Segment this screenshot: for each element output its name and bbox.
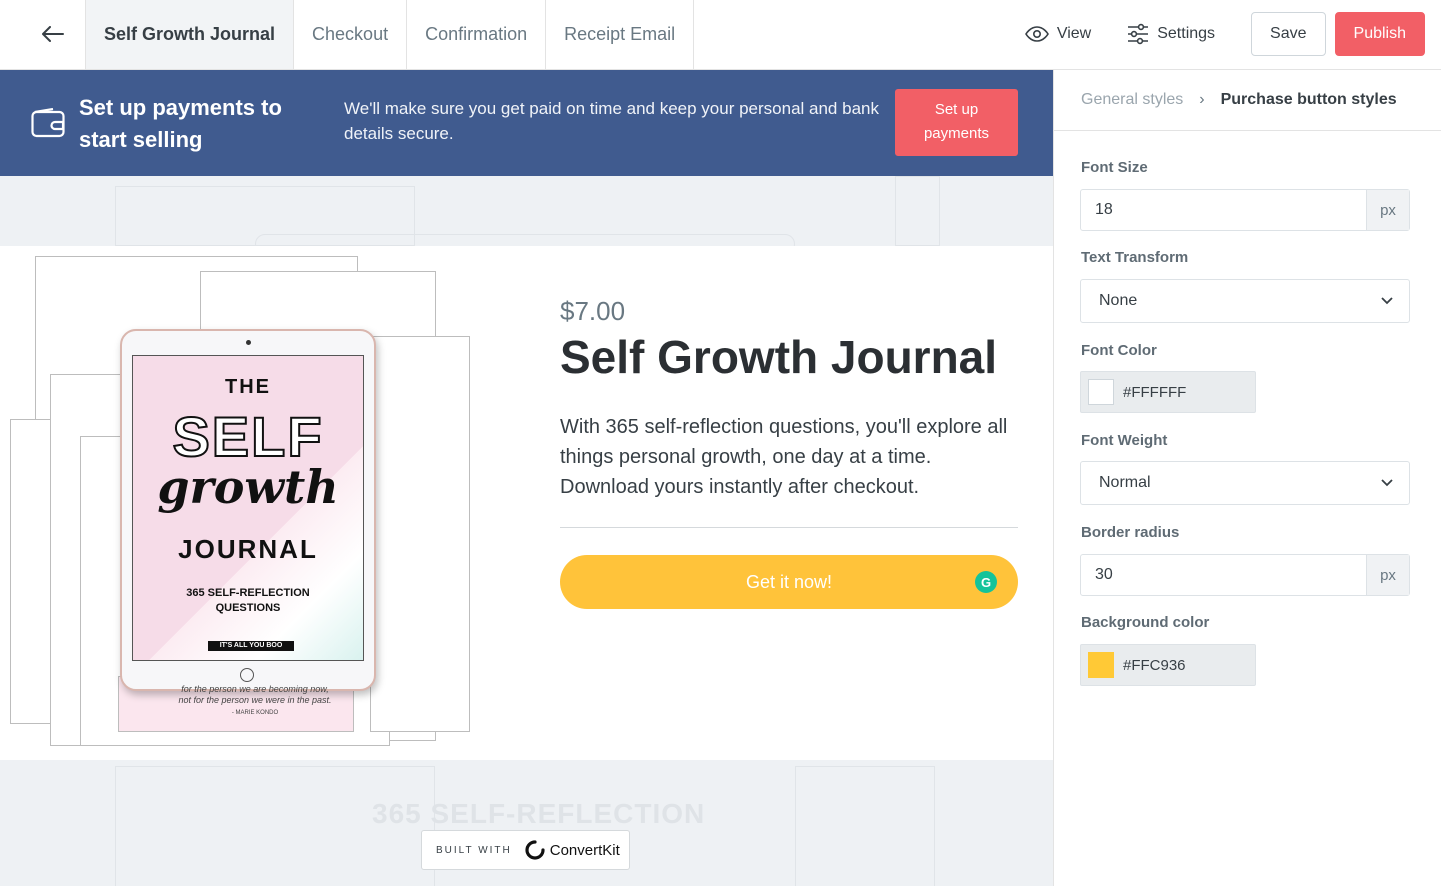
tab-receipt-email[interactable]: Receipt Email [546,0,695,69]
cover-tag: IT'S ALL YOU BOO [208,641,294,651]
background-color-swatch [1088,652,1114,678]
page-canvas: THE SELF growth JOURNAL 365 SELF-REFLECT… [0,176,1053,886]
chevron-down-icon [1381,297,1393,305]
sliders-icon [1128,23,1149,45]
font-size-unit: px [1366,190,1409,230]
font-color-value: #FFFFFF [1123,383,1187,401]
font-color-swatch [1088,379,1114,405]
tab-confirmation[interactable]: Confirmation [407,0,547,69]
purchase-button[interactable]: Get it now! G [560,555,1018,609]
background-color-picker[interactable]: #FFC936 [1080,644,1256,686]
payments-banner: Set up payments to start selling We'll m… [0,70,1053,176]
product-description: With 365 self-reflection questions, you'… [560,416,1008,498]
background-color-label: Background color [1081,614,1210,631]
purchase-button-label: Get it now! [745,571,833,592]
breadcrumb-current: Purchase button styles [1220,91,1397,108]
cover-growth-text: growth [157,460,339,514]
font-weight-value: Normal [1099,474,1151,491]
convertkit-brand: ConvertKit [549,841,620,859]
cover-subtitle: 365 SELF-REFLECTION QUESTIONS [133,586,363,616]
cover-quote: for the person we are becoming now, not … [120,684,390,719]
settings-button[interactable]: Settings [1127,23,1215,45]
setup-payments-line2: payments [923,125,990,142]
tab-self-growth-journal[interactable]: Self Growth Journal [85,0,295,69]
back-arrow-icon [42,26,64,42]
built-with-label: BUILT WITH [436,844,512,856]
cover-quote-line1: for the person we are becoming now, [181,684,329,694]
journal-cover: THE SELF growth JOURNAL 365 SELF-REFLECT… [132,355,364,661]
text-transform-value: None [1099,292,1138,309]
product-section: THE SELF growth JOURNAL 365 SELF-REFLECT… [0,246,1053,760]
product-title: Self Growth Journal [560,331,998,383]
breadcrumb-separator-icon: › [1199,91,1205,108]
style-panel: General styles › Purchase button styles … [1053,70,1441,886]
font-size-input[interactable] [1081,190,1366,230]
mock-page [370,336,470,732]
publish-button[interactable]: Publish [1334,12,1425,56]
wallet-icon [31,108,65,138]
font-weight-label: Font Weight [1081,432,1168,449]
tab-checkout[interactable]: Checkout [294,0,408,69]
setup-payments-button[interactable]: Set up payments [895,89,1018,156]
tablet-mockup: THE SELF growth JOURNAL 365 SELF-REFLECT… [120,329,376,691]
cover-subtitle-line1: 365 SELF-REFLECTION [186,587,310,599]
view-label: View [1056,25,1092,42]
text-transform-select[interactable]: None [1080,279,1410,323]
background-color-value: #FFC936 [1123,656,1186,674]
save-button[interactable]: Save [1251,12,1326,56]
font-size-field: px [1080,189,1410,231]
product-image: THE SELF growth JOURNAL 365 SELF-REFLECT… [10,256,475,751]
border-radius-field: px [1080,554,1410,596]
background-decoration [795,766,935,886]
cover-quote-line2: not for the person we were in the past. [178,695,332,705]
font-weight-select[interactable]: Normal [1080,461,1410,505]
page-tabs: Self Growth Journal Checkout Confirmatio… [85,0,695,69]
cover-subtitle-line2: QUESTIONS [215,602,281,614]
border-radius-label: Border radius [1081,524,1180,541]
eye-icon [1024,26,1049,42]
cover-the-text: THE [225,376,271,398]
setup-payments-line1: Set up [934,101,979,118]
product-price: $7.00 [560,296,626,326]
top-bar: Self Growth Journal Checkout Confirmatio… [0,0,1441,70]
background-heading: 365 SELF-REFLECTION [372,798,706,829]
view-button[interactable]: View [1024,25,1092,43]
banner-text: We'll make sure you get paid on time and… [344,99,879,143]
border-radius-unit: px [1366,555,1409,595]
text-transform-label: Text Transform [1081,249,1189,266]
font-size-label: Font Size [1081,159,1148,176]
cover-journal-text: JOURNAL [178,534,318,564]
grammarly-icon[interactable]: G [975,571,997,593]
tablet-camera [246,340,251,345]
cover-quote-author: - MARIE KONDO [231,710,279,716]
built-with-convertkit-badge[interactable]: BUILT WITH ConvertKit [421,830,630,870]
convertkit-logo-icon [525,840,545,860]
banner-title: Set up payments to start selling [79,95,282,152]
background-decoration [895,176,940,246]
font-color-picker[interactable]: #FFFFFF [1080,371,1256,413]
convertkit-logo: ConvertKit [524,839,620,861]
border-radius-input[interactable] [1081,555,1366,595]
back-button[interactable] [28,14,78,54]
top-actions: View Settings Save Publish [1024,12,1425,56]
font-color-label: Font Color [1081,342,1157,359]
tablet-home-button [240,668,254,682]
breadcrumb: General styles › Purchase button styles [1054,70,1441,131]
breadcrumb-general-styles[interactable]: General styles [1081,91,1183,109]
divider [560,527,1018,528]
chevron-down-icon [1381,479,1393,487]
settings-label: Settings [1157,25,1216,42]
